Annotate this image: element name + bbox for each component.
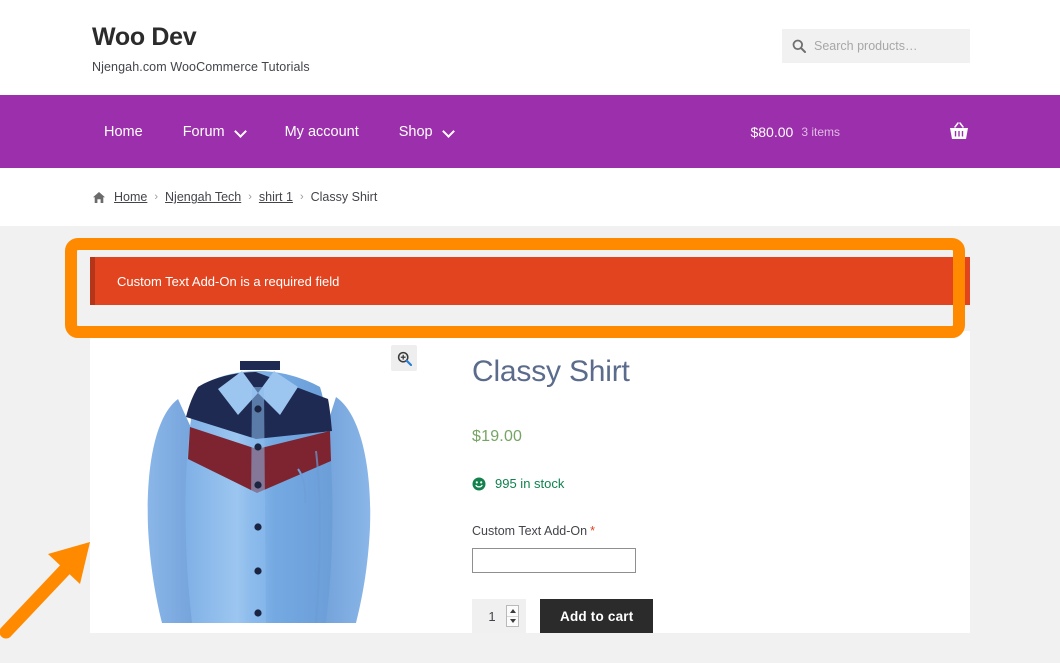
nav-item-my-account[interactable]: My account [265, 124, 379, 140]
chevron-down-icon [444, 127, 453, 136]
primary-navigation: Home Forum My account Shop $80.00 3 item… [0, 95, 1060, 168]
site-tagline: Njengah.com WooCommerce Tutorials [92, 59, 310, 74]
error-notice-text: Custom Text Add-On is a required field [117, 273, 340, 289]
stock-status-text: 995 in stock [495, 476, 565, 491]
product-gallery[interactable] [90, 331, 430, 633]
nav-label: Shop [398, 123, 433, 140]
cart-total: $80.00 [750, 123, 794, 140]
nav-label: Forum [182, 123, 225, 140]
custom-text-addon-field-group: Custom Text Add-On * [472, 522, 970, 573]
chevron-down-icon [509, 619, 516, 624]
nav-item-forum[interactable]: Forum [163, 124, 265, 140]
custom-text-addon-input[interactable] [472, 548, 636, 573]
product-summary: Classy Shirt $19.00 995 in stock Custom … [430, 331, 970, 633]
breadcrumb-current: Classy Shirt [310, 190, 378, 204]
shopping-basket-icon[interactable] [948, 121, 970, 142]
required-asterisk: * [590, 524, 595, 538]
error-notice: Custom Text Add-On is a required field [90, 257, 970, 305]
search-input[interactable] [814, 39, 960, 53]
breadcrumb-link-njengah-tech[interactable]: Njengah Tech [165, 190, 241, 204]
product-price: $19.00 [472, 428, 523, 445]
breadcrumb-separator: › [248, 191, 252, 203]
cart-summary[interactable]: $80.00 3 items [750, 121, 970, 142]
breadcrumb-link-home[interactable]: Home [114, 190, 147, 204]
page-content: Custom Text Add-On is a required field C… [0, 226, 1060, 663]
product-card: Classy Shirt $19.00 995 in stock Custom … [90, 331, 970, 633]
quantity-increment-button[interactable] [507, 606, 518, 617]
quantity-decrement-button[interactable] [507, 617, 518, 627]
breadcrumb-band: Home › Njengah Tech › shirt 1 › Classy S… [0, 168, 1060, 226]
add-to-cart-row: Add to cart [472, 599, 970, 633]
nav-item-home[interactable]: Home [90, 124, 163, 140]
header-inner: Woo Dev Njengah.com WooCommerce Tutorial… [90, 0, 970, 74]
quantity-input[interactable] [479, 608, 505, 624]
green-smiley-icon [472, 477, 486, 491]
site-title: Woo Dev [92, 23, 197, 51]
nav-menu: Home Forum My account Shop [90, 124, 473, 140]
quantity-stepper[interactable] [472, 599, 526, 633]
breadcrumb-link-shirt-1[interactable]: shirt 1 [259, 190, 293, 204]
nav-label: My account [284, 123, 359, 140]
breadcrumb: Home › Njengah Tech › shirt 1 › Classy S… [90, 190, 970, 204]
chevron-down-icon [236, 127, 245, 136]
addon-label-text: Custom Text Add-On [472, 524, 588, 538]
home-icon [92, 191, 106, 204]
chevron-up-icon [509, 608, 516, 613]
breadcrumb-separator: › [299, 191, 304, 203]
cart-item-count: 3 items [801, 124, 840, 139]
search-icon [792, 39, 806, 53]
stock-status: 995 in stock [472, 476, 970, 491]
nav-inner: Home Forum My account Shop $80.00 3 item… [90, 95, 970, 168]
nav-label: Home [104, 123, 143, 140]
custom-text-addon-label: Custom Text Add-On * [472, 524, 595, 538]
branding[interactable]: Woo Dev Njengah.com WooCommerce Tutorial… [90, 23, 310, 74]
add-to-cart-button[interactable]: Add to cart [540, 599, 654, 633]
product-search-form[interactable] [782, 29, 970, 63]
site-header: Woo Dev Njengah.com WooCommerce Tutorial… [0, 0, 1060, 95]
magnifier-plus-icon[interactable] [391, 345, 417, 371]
product-image[interactable] [90, 331, 430, 623]
nav-item-shop[interactable]: Shop [379, 124, 473, 140]
breadcrumb-separator: › [154, 191, 159, 203]
content-inner: Custom Text Add-On is a required field C… [65, 226, 970, 633]
quantity-spinner[interactable] [506, 605, 519, 627]
product-title: Classy Shirt [472, 355, 630, 388]
